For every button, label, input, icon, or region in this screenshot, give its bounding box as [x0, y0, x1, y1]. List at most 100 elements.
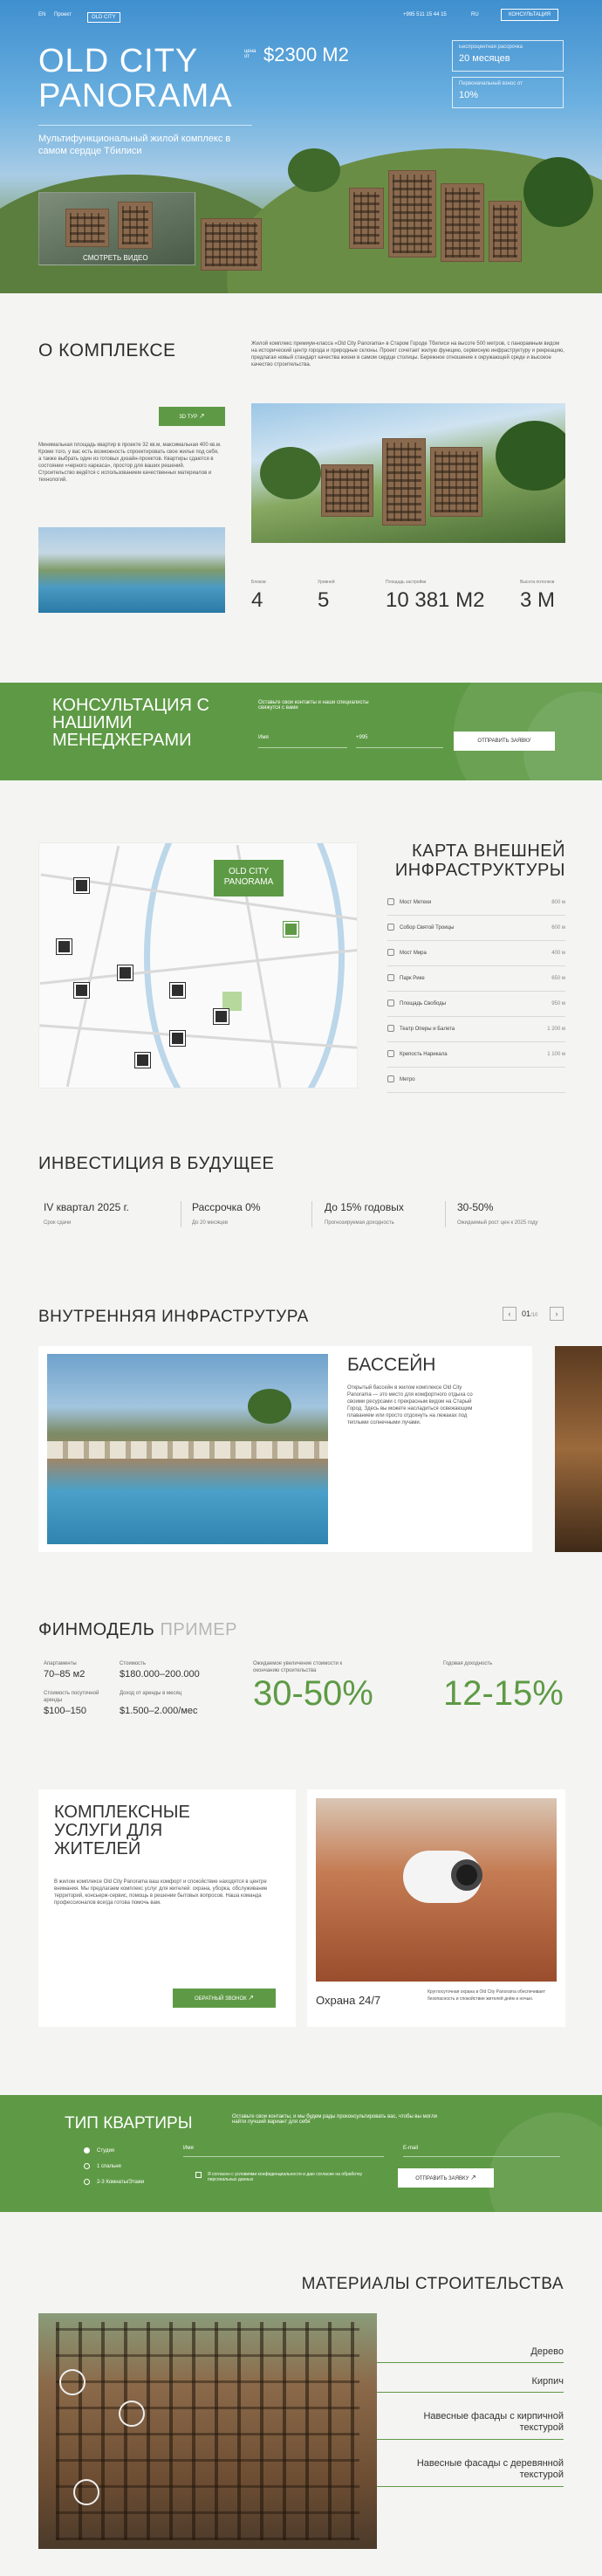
building-image: [201, 218, 262, 271]
materials-photo: [38, 2313, 377, 2549]
infra-item[interactable]: Крепость Нарикала 1 100 м: [387, 1042, 565, 1068]
material-item[interactable]: Дерево: [530, 2346, 564, 2358]
brand-logo[interactable]: OLD CITY: [87, 12, 120, 23]
infra-distance: 950 м: [551, 1001, 565, 1006]
stat-value: 3 M: [520, 588, 556, 612]
hotspot-icon[interactable]: [119, 2401, 145, 2427]
fin-label: Стоимость: [120, 1661, 147, 1666]
stat-label: Площадь застройки: [386, 580, 427, 585]
card-title: БАССЕЙН: [347, 1355, 436, 1375]
hotspot-icon[interactable]: [73, 2479, 99, 2505]
infra-item[interactable]: Метро: [387, 1068, 565, 1093]
building-image: [430, 447, 482, 517]
fin-label: Доход от аренды в месяц: [120, 1691, 182, 1696]
infrastructure-map[interactable]: [38, 842, 358, 1089]
next-arrow-icon[interactable]: ›: [550, 1307, 564, 1321]
map-pin-icon[interactable]: [74, 878, 89, 893]
submit-label: ОТПРАВИТЬ ЗАЯВКУ: [415, 2176, 469, 2181]
material-item[interactable]: Навесные фасады с деревянной текстурой: [415, 2458, 564, 2481]
material-item[interactable]: Навесные фасады с кирпичной текстурой: [415, 2411, 564, 2434]
next-card-preview[interactable]: [555, 1346, 602, 1552]
option-label: 1 спальня: [97, 2164, 121, 2170]
map-pin-icon[interactable]: [170, 983, 185, 998]
option-label: Студия: [97, 2148, 115, 2154]
facade-texture: [56, 2322, 359, 2540]
nav-project[interactable]: Проект: [54, 12, 72, 17]
material-line: [377, 2486, 564, 2487]
divider: [311, 1201, 312, 1227]
phone-field[interactable]: +995: [356, 735, 368, 740]
radio-icon[interactable]: [84, 2179, 90, 2185]
infra-name: Площадь Свободы: [400, 1001, 447, 1006]
consult-section: КОНСУЛЬТАЦИЯ С НАШИМИ МЕНЕДЖЕРАМИ Оставь…: [0, 683, 602, 780]
divider: [445, 1201, 446, 1227]
map-pin-icon[interactable]: [135, 1053, 150, 1068]
option-1-bedroom[interactable]: 1 спальня: [84, 2163, 121, 2169]
field-underline: [403, 2156, 560, 2157]
radio-icon[interactable]: [84, 2163, 90, 2169]
infra-item[interactable]: Парк Рике 650 м: [387, 966, 565, 992]
infra-distance: 800 м: [551, 900, 565, 905]
option-studio[interactable]: Студия: [84, 2147, 114, 2154]
name-field[interactable]: Имя: [183, 2146, 194, 2151]
security-title: Охрана 24/7: [316, 1994, 381, 2007]
callback-label: ОБРАТНЫЙ ЗВОНОК: [195, 1996, 247, 2002]
name-field[interactable]: Имя: [258, 735, 269, 740]
infra-item[interactable]: Мост Мира 400 м: [387, 941, 565, 966]
map-pin-icon[interactable]: [74, 983, 89, 998]
stat-label: Высота потолков: [520, 580, 555, 585]
fin-value: $180.000–200.000: [120, 1669, 200, 1680]
video-label[interactable]: СМОТРЕТЬ ВИДЕО: [83, 254, 148, 262]
infra-distance: 650 м: [551, 976, 565, 981]
tree: [260, 447, 321, 499]
landmark-icon: [387, 1025, 394, 1032]
field-underline: [183, 2156, 384, 2157]
landmark-icon: [387, 949, 394, 956]
video-thumbnail[interactable]: СМОТРЕТЬ ВИДЕО: [38, 192, 195, 265]
prev-arrow-icon[interactable]: ‹: [503, 1307, 516, 1321]
divider: [38, 125, 252, 126]
submit-button[interactable]: ОТПРАВИТЬ ЗАЯВКУ: [454, 732, 555, 751]
map-pin-icon[interactable]: [214, 1009, 229, 1024]
services-text: В жилом комплексе Old City Panorama ваш …: [54, 1879, 268, 1906]
radio-icon[interactable]: [84, 2147, 90, 2154]
tree: [288, 148, 340, 192]
stat-value: 4: [251, 588, 263, 612]
fin-label: Апартаменты: [44, 1661, 77, 1666]
material-item[interactable]: Кирпич: [531, 2376, 564, 2387]
infra-item[interactable]: Собор Святой Троицы 600 м: [387, 916, 565, 941]
lang-switch[interactable]: EN: [38, 12, 45, 17]
callback-button[interactable]: ОБРАТНЫЙ ЗВОНОК ↗: [173, 1989, 276, 2008]
fin-big-label: Ожидаемое увеличение стоимости к окончан…: [253, 1661, 343, 1673]
option-2-3-rooms[interactable]: 2-3 Комнаты/Этажи: [84, 2179, 144, 2185]
consent-checkbox[interactable]: [195, 2172, 202, 2178]
submit-button[interactable]: ОТПРАВИТЬ ЗАЯВКУ ↗: [398, 2168, 494, 2188]
infra-item[interactable]: Площадь Свободы 950 м: [387, 992, 565, 1017]
downpayment-box: Первоначальный взнос от 10%: [452, 77, 564, 108]
infra-item[interactable]: Мост Метехи 800 м: [387, 890, 565, 916]
building-image: [321, 464, 373, 517]
fin-label: Стоимость посуточной аренды: [44, 1691, 99, 1703]
tour-button[interactable]: 3D ТУР ↗: [159, 407, 225, 426]
tour-button-label: 3D ТУР: [179, 415, 198, 420]
infra-item[interactable]: Театр Оперы и Балета 1 200 м: [387, 1017, 565, 1042]
field-underline: [356, 747, 443, 748]
map-pin-icon[interactable]: [170, 1031, 185, 1046]
stat-label: Уровней: [318, 580, 335, 585]
phone-link[interactable]: +995 511 15 44 15: [403, 12, 447, 17]
consult-button[interactable]: КОНСУЛЬТАЦИЯ: [501, 9, 558, 21]
lang-select[interactable]: RU: [471, 12, 479, 17]
email-field[interactable]: E-mail: [403, 2146, 418, 2151]
hero-title: OLD CITY PANORAMA: [38, 43, 233, 114]
map-pin-icon[interactable]: [57, 939, 72, 954]
arrow-icon: ↗: [248, 1994, 254, 2002]
project-pin-icon[interactable]: [284, 922, 298, 937]
invest-label: Ожидаемый рост цен к 2025 году: [457, 1220, 538, 1226]
box-value: 10%: [459, 90, 479, 100]
building-image: [388, 170, 436, 258]
map-pin-icon[interactable]: [118, 965, 133, 980]
hotspot-icon[interactable]: [59, 2369, 86, 2395]
pool-photo: [38, 527, 225, 613]
infra-name: Мост Мира: [400, 951, 427, 956]
fin-big-value: 30-50%: [253, 1674, 373, 1713]
